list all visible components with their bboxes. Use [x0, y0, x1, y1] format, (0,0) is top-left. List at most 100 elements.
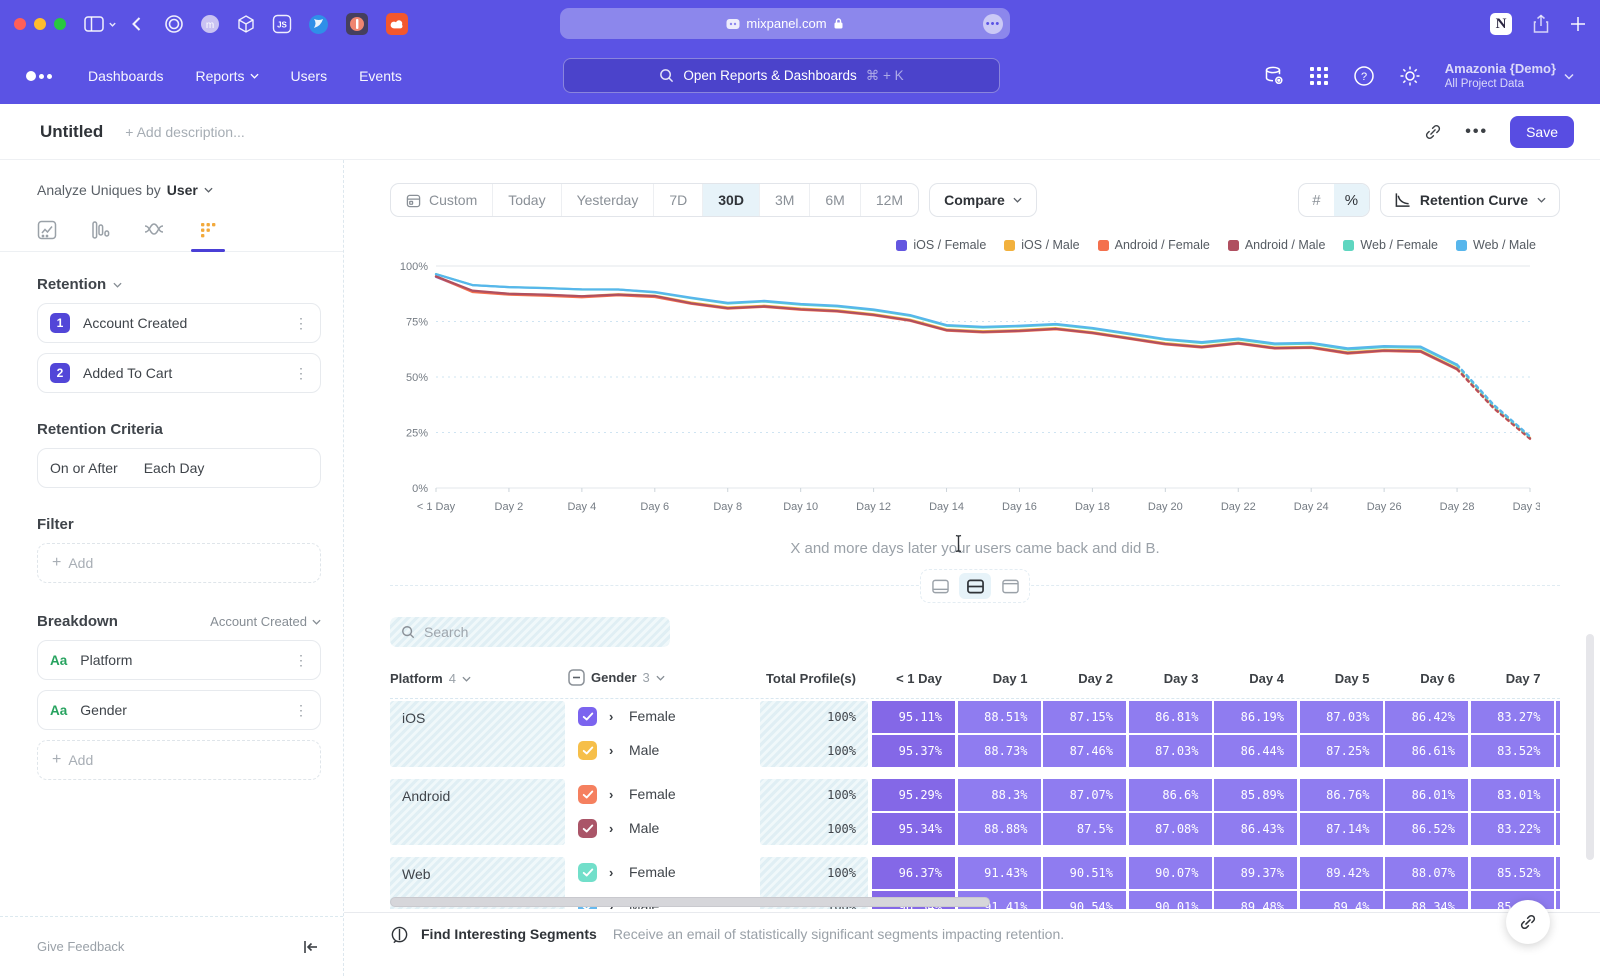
- tab-insights[interactable]: [37, 220, 57, 240]
- interesting-segments-title[interactable]: Find Interesting Segments: [421, 926, 597, 942]
- retention-cell[interactable]: 86.19%: [1214, 701, 1297, 733]
- minimize-window-button[interactable]: [34, 18, 46, 30]
- step-options-icon[interactable]: ⋮: [294, 320, 308, 327]
- globe-icon[interactable]: [308, 14, 329, 35]
- platform-cell[interactable]: iOS: [390, 701, 565, 767]
- retention-cell[interactable]: 90.01%: [1129, 891, 1212, 909]
- row-checkbox[interactable]: [578, 785, 597, 804]
- breakdown-platform[interactable]: Aa Platform ⋮: [37, 640, 321, 680]
- retention-cell[interactable]: 90.51%: [1043, 857, 1126, 889]
- legend-item[interactable]: Web / Male: [1456, 238, 1536, 252]
- apps-grid-icon[interactable]: [1309, 66, 1329, 86]
- legend-item[interactable]: Android / Female: [1098, 238, 1210, 252]
- vertical-scrollbar[interactable]: [1586, 634, 1594, 860]
- save-button[interactable]: Save: [1510, 116, 1574, 148]
- layout-split-button[interactable]: [959, 573, 991, 599]
- project-switcher[interactable]: Amazonia {Demo} All Project Data: [1445, 61, 1574, 92]
- step-options-icon[interactable]: ⋮: [294, 370, 308, 377]
- copy-link-icon[interactable]: [1423, 122, 1443, 142]
- target-icon[interactable]: [164, 14, 184, 34]
- retention-cell[interactable]: 83.27%: [1471, 701, 1554, 733]
- js-icon[interactable]: JS: [272, 14, 292, 34]
- retention-cell[interactable]: 89.42%: [1300, 857, 1383, 889]
- breakdown-options-icon[interactable]: ⋮: [294, 657, 308, 664]
- retention-cell[interactable]: 87.15%: [1043, 701, 1126, 733]
- range-yesterday[interactable]: Yesterday: [561, 184, 654, 216]
- retention-cell[interactable]: 87.07%: [1043, 779, 1126, 811]
- retention-step-2[interactable]: 2 Added To Cart ⋮: [37, 353, 321, 393]
- expand-row-icon[interactable]: ›: [609, 787, 613, 802]
- soundcloud-icon[interactable]: [385, 12, 409, 36]
- retention-cell[interactable]: 86.61%: [1385, 735, 1468, 767]
- row-checkbox[interactable]: [578, 863, 597, 882]
- retention-cell[interactable]: 88.73%: [958, 735, 1041, 767]
- retention-cell[interactable]: 95.34%: [872, 813, 955, 845]
- retention-cell[interactable]: 87.08%: [1129, 813, 1212, 845]
- horizontal-scrollbar[interactable]: [390, 897, 990, 907]
- range-7d[interactable]: 7D: [653, 184, 702, 216]
- retention-cell[interactable]: 86.42%: [1385, 701, 1468, 733]
- new-tab-icon[interactable]: [1570, 16, 1586, 32]
- row-checkbox[interactable]: [578, 741, 597, 760]
- settings-gear-icon[interactable]: [1399, 65, 1421, 87]
- retention-cell[interactable]: 90.54%: [1043, 891, 1126, 909]
- retention-cell[interactable]: 86.52%: [1385, 813, 1468, 845]
- add-filter-button[interactable]: +Add: [37, 543, 321, 583]
- column-platform[interactable]: Platform4: [390, 671, 471, 686]
- range-3m[interactable]: 3M: [759, 184, 809, 216]
- expand-row-icon[interactable]: ›: [609, 743, 613, 758]
- app-icon[interactable]: [345, 12, 369, 36]
- nav-events[interactable]: Events: [359, 68, 402, 84]
- share-icon[interactable]: [1532, 14, 1550, 34]
- avatar-icon[interactable]: m: [200, 14, 220, 34]
- retention-cell[interactable]: 88.3%: [958, 779, 1041, 811]
- add-breakdown-button[interactable]: +Add: [37, 740, 321, 780]
- retention-cell[interactable]: 89.4%: [1300, 891, 1383, 909]
- legend-item[interactable]: iOS / Male: [1004, 238, 1079, 252]
- row-checkbox[interactable]: [578, 819, 597, 838]
- breakdown-gender[interactable]: Aa Gender ⋮: [37, 690, 321, 730]
- address-bar[interactable]: mixpanel.com •••: [560, 8, 1010, 39]
- expand-row-icon[interactable]: ›: [609, 865, 613, 880]
- tab-flows[interactable]: [143, 220, 165, 240]
- zoom-window-button[interactable]: [54, 18, 66, 30]
- analyze-value[interactable]: User: [167, 182, 198, 198]
- compare-button[interactable]: Compare: [929, 183, 1037, 217]
- retention-cell[interactable]: 87.46%: [1043, 735, 1126, 767]
- retention-section-header[interactable]: Retention: [37, 276, 321, 293]
- retention-cell[interactable]: 88.34%: [1385, 891, 1468, 909]
- address-more-button[interactable]: •••: [983, 14, 1003, 34]
- retention-cell[interactable]: 89.37%: [1214, 857, 1297, 889]
- retention-cell[interactable]: 86.44%: [1214, 735, 1297, 767]
- layout-table-focus-button[interactable]: [994, 573, 1026, 599]
- sidebar-toggle-icon[interactable]: [84, 16, 117, 32]
- mixpanel-logo-icon[interactable]: [26, 71, 52, 81]
- retention-cell[interactable]: 86.01%: [1385, 779, 1468, 811]
- more-options-button[interactable]: •••: [1465, 123, 1488, 141]
- unit-percent-button[interactable]: %: [1334, 184, 1369, 216]
- retention-cell[interactable]: 87.03%: [1300, 701, 1383, 733]
- give-feedback-link[interactable]: Give Feedback: [37, 939, 124, 954]
- report-title[interactable]: Untitled: [40, 122, 103, 142]
- platform-cell[interactable]: Android: [390, 779, 565, 845]
- share-link-floating-button[interactable]: [1506, 900, 1550, 944]
- retention-cell[interactable]: 88.88%: [958, 813, 1041, 845]
- column-gender[interactable]: Gender3: [568, 669, 665, 686]
- analyze-uniques-control[interactable]: Analyze Uniques by User: [0, 182, 343, 198]
- tab-retention[interactable]: [198, 220, 218, 240]
- retention-cell[interactable]: 86.6%: [1129, 779, 1212, 811]
- legend-item[interactable]: Android / Male: [1228, 238, 1326, 252]
- row-checkbox[interactable]: [578, 707, 597, 726]
- collapse-sidebar-icon[interactable]: [303, 940, 319, 954]
- indeterminate-checkbox[interactable]: [568, 669, 585, 686]
- retention-cell[interactable]: 87.5%: [1043, 813, 1126, 845]
- legend-item[interactable]: Web / Female: [1343, 238, 1438, 252]
- retention-cell[interactable]: 87.03%: [1129, 735, 1212, 767]
- retention-step-1[interactable]: 1 Account Created ⋮: [37, 303, 321, 343]
- nav-users[interactable]: Users: [291, 68, 328, 84]
- range-30d[interactable]: 30D: [702, 184, 759, 216]
- retention-cell[interactable]: 83.52%: [1471, 735, 1554, 767]
- range-custom[interactable]: Custom: [391, 184, 492, 216]
- retention-cell[interactable]: 86.43%: [1214, 813, 1297, 845]
- retention-cell[interactable]: 83.01%: [1471, 779, 1554, 811]
